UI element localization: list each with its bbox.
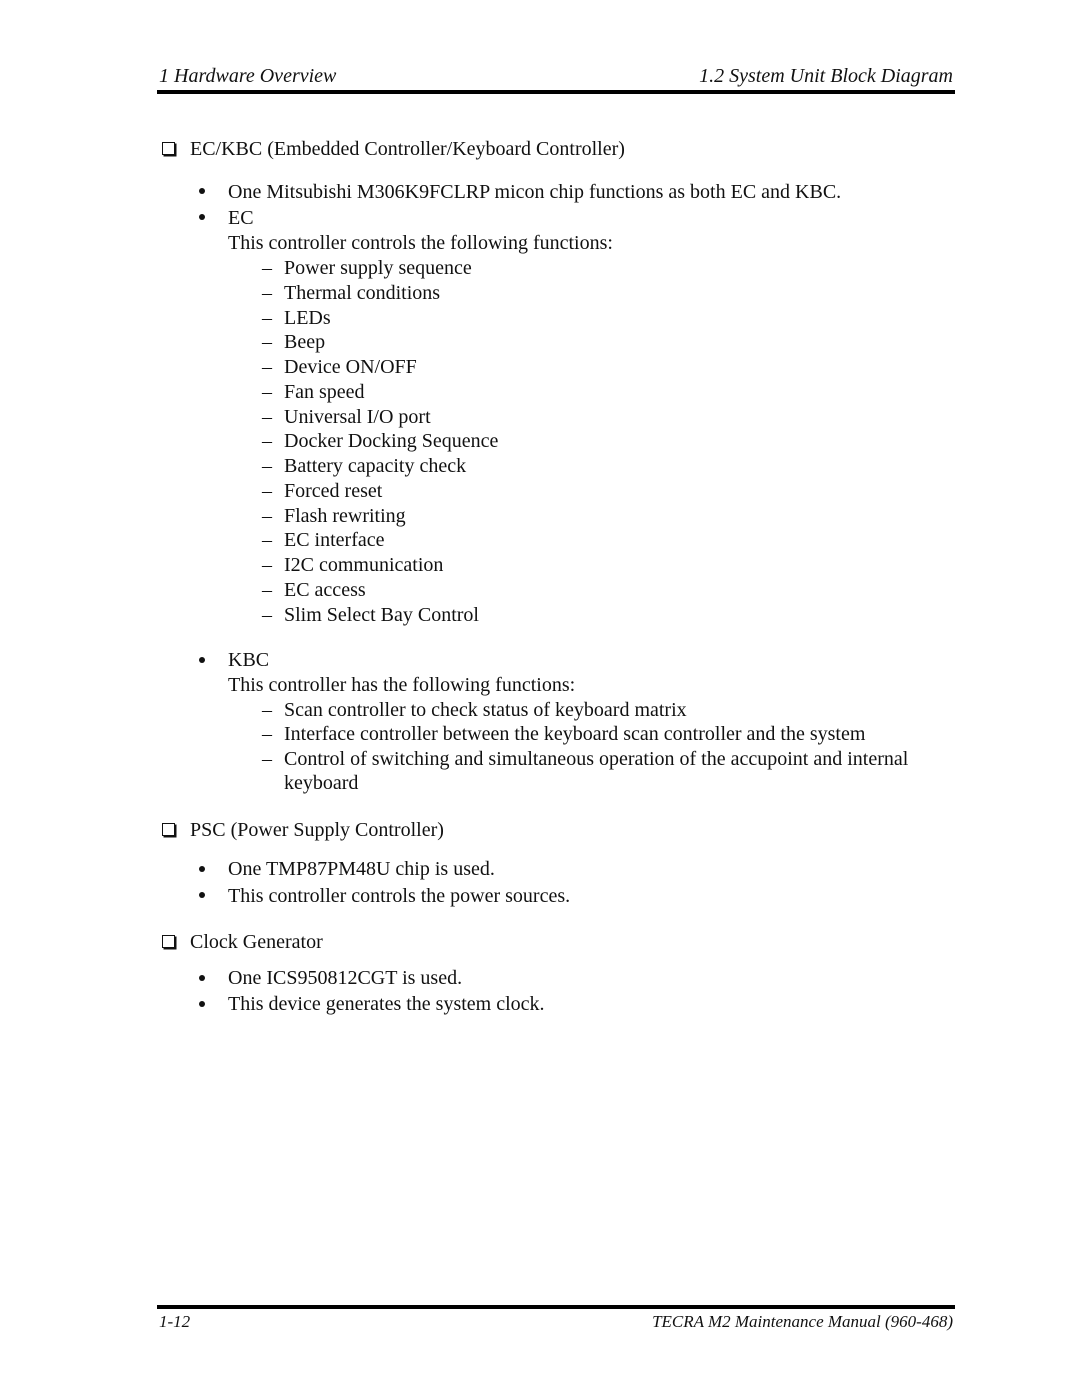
ec-item: Flash rewriting [284,505,406,527]
dash-icon: – [262,381,272,403]
checkbox-bullet-icon [162,935,175,948]
kbc-intro: This controller has the following functi… [228,674,576,696]
dash-icon: – [262,723,272,745]
clock-bullet: One ICS950812CGT is used. [228,967,463,989]
kbc-label: KBC [228,649,270,671]
bullet-icon [199,657,205,663]
ec-item: Thermal conditions [284,282,441,304]
kbc-item: Interface controller between the keyboar… [284,723,866,745]
dash-icon: – [262,505,272,527]
section-title-clock: Clock Generator [190,931,323,953]
chapter-title: 1 Hardware Overview [159,65,337,87]
bullet-icon [199,214,205,220]
chip-description: One Mitsubishi M306K9FCLRP micon chip fu… [228,181,842,203]
ec-intro: This controller controls the following f… [228,232,613,254]
dash-icon: – [262,282,272,304]
page-number: 1-12 [159,1312,191,1331]
dash-icon: – [262,554,272,576]
dash-icon: – [262,356,272,378]
ec-item: Docker Docking Sequence [284,430,499,452]
manual-title: TECRA M2 Maintenance Manual (960-468) [652,1312,953,1331]
dash-icon: – [262,430,272,452]
kbc-item: Control of switching and simultaneous op… [284,748,909,770]
kbc-item: Scan controller to check status of keybo… [284,699,687,721]
ec-item: Beep [284,331,326,353]
dash-icon: – [262,748,272,770]
ec-item: EC access [284,579,366,601]
ec-item: Forced reset [284,480,383,502]
ec-item: Fan speed [284,381,365,403]
dash-icon: – [262,579,272,601]
dash-icon: – [262,455,272,477]
checkbox-bullet-icon [162,823,175,836]
bullet-icon [199,1001,205,1007]
bullet-icon [199,975,205,981]
clock-bullet: This device generates the system clock. [228,993,545,1015]
footer-rule [157,1305,955,1309]
section-title: 1.2 System Unit Block Diagram [699,65,953,87]
ec-item: EC interface [284,529,385,551]
kbc-item-continuation: keyboard [284,772,359,794]
ec-item: Slim Select Bay Control [284,604,479,626]
dash-icon: – [262,480,272,502]
ec-item: Device ON/OFF [284,356,417,378]
ec-label: EC [228,207,254,229]
dash-icon: – [262,331,272,353]
dash-icon: – [262,699,272,721]
dash-icon: – [262,257,272,279]
ec-item: Power supply sequence [284,257,472,279]
ec-item: I2C communication [284,554,444,576]
checkbox-bullet-icon [162,142,175,155]
psc-bullet: This controller controls the power sourc… [228,885,571,907]
bullet-icon [199,892,205,898]
ec-item: LEDs [284,307,331,329]
bullet-icon [199,188,205,194]
dash-icon: – [262,406,272,428]
section-title-eckbc: EC/KBC (Embedded Controller/Keyboard Con… [190,138,625,160]
page-header: 1 Hardware Overview 1.2 System Unit Bloc… [157,62,955,90]
header-rule [157,90,955,94]
page-footer: 1-12 TECRA M2 Maintenance Manual (960-46… [157,1312,955,1336]
section-title-psc: PSC (Power Supply Controller) [190,819,444,841]
ec-item: Universal I/O port [284,406,431,428]
bullet-icon [199,866,205,872]
ec-item: Battery capacity check [284,455,467,477]
dash-icon: – [262,529,272,551]
dash-icon: – [262,307,272,329]
dash-icon: – [262,604,272,626]
psc-bullet: One TMP87PM48U chip is used. [228,858,495,880]
